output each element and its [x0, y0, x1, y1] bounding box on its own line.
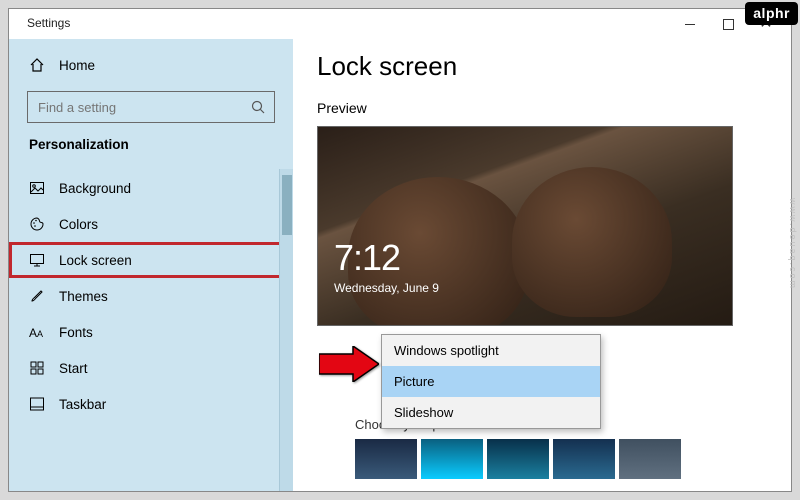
picture-thumbnails: [355, 439, 681, 479]
page-title: Lock screen: [317, 51, 767, 82]
font-icon: AA: [29, 324, 45, 340]
background-dropdown[interactable]: Windows spotlight Picture Slideshow: [381, 334, 601, 429]
sidebar-item-label: Themes: [59, 289, 108, 304]
titlebar: ✕: [9, 9, 791, 39]
sidebar-item-label: Taskbar: [59, 397, 106, 412]
preview-label: Preview: [317, 100, 767, 116]
preview-date: Wednesday, June 9: [334, 281, 439, 295]
taskbar-icon: [29, 396, 45, 412]
search-input[interactable]: [38, 100, 250, 115]
picture-thumbnail[interactable]: [421, 439, 483, 479]
picture-thumbnail[interactable]: [619, 439, 681, 479]
monitor-icon: [29, 252, 45, 268]
sidebar-nav: Background Colors Lock screen Themes: [9, 170, 293, 422]
sidebar-item-label: Start: [59, 361, 88, 376]
annotation-arrow-icon: [319, 346, 379, 387]
sidebar-item-colors[interactable]: Colors: [9, 206, 293, 242]
search-icon: [250, 99, 266, 115]
sidebar: Home Personalization Background: [9, 39, 293, 491]
sidebar-scrollbar[interactable]: [279, 169, 293, 491]
maximize-button[interactable]: [709, 11, 747, 37]
sidebar-home[interactable]: Home: [9, 47, 293, 83]
dropdown-option-slideshow[interactable]: Slideshow: [382, 397, 600, 428]
preview-image-content: [512, 167, 672, 317]
sidebar-item-label: Fonts: [59, 325, 93, 340]
start-icon: [29, 360, 45, 376]
app-title: Settings: [27, 16, 70, 30]
picture-thumbnail[interactable]: [487, 439, 549, 479]
home-icon: [29, 57, 45, 73]
preview-clock: 7:12 Wednesday, June 9: [334, 237, 439, 295]
svg-text:A: A: [37, 329, 43, 339]
sidebar-item-label: Colors: [59, 217, 98, 232]
brush-icon: [29, 288, 45, 304]
watermark-logo: alphr: [745, 2, 798, 25]
picture-thumbnail[interactable]: [355, 439, 417, 479]
sidebar-item-background[interactable]: Background: [9, 170, 293, 206]
sidebar-item-lock-screen[interactable]: Lock screen: [9, 242, 293, 278]
minimize-button[interactable]: [671, 11, 709, 37]
sidebar-item-fonts[interactable]: AA Fonts: [9, 314, 293, 350]
picture-thumbnail[interactable]: [553, 439, 615, 479]
picture-icon: [29, 180, 45, 196]
search-box[interactable]: [27, 91, 275, 123]
lock-screen-preview: 7:12 Wednesday, June 9: [317, 126, 733, 326]
sidebar-item-start[interactable]: Start: [9, 350, 293, 386]
sidebar-item-themes[interactable]: Themes: [9, 278, 293, 314]
dropdown-option-spotlight[interactable]: Windows spotlight: [382, 335, 600, 366]
watermark-url: www.deuaq.com: [788, 198, 798, 290]
sidebar-item-label: Lock screen: [59, 253, 132, 268]
sidebar-item-label: Background: [59, 181, 131, 196]
preview-time: 7:12: [334, 237, 439, 279]
sidebar-home-label: Home: [59, 58, 95, 73]
settings-window: Settings ✕ Home Pers: [8, 8, 792, 492]
sidebar-item-taskbar[interactable]: Taskbar: [9, 386, 293, 422]
svg-text:A: A: [29, 326, 37, 340]
sidebar-category: Personalization: [9, 137, 293, 162]
palette-icon: [29, 216, 45, 232]
dropdown-option-picture[interactable]: Picture: [382, 366, 600, 397]
